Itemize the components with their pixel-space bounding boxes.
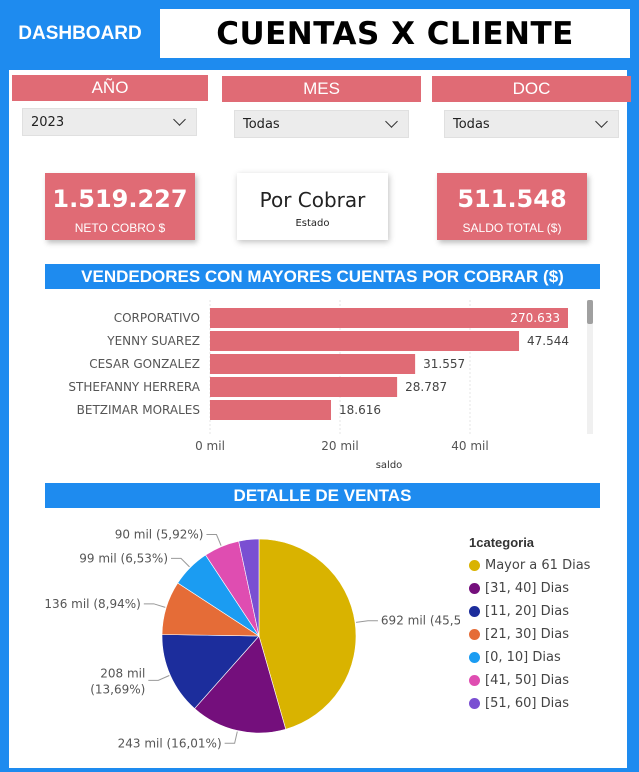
bar-data-label: 31.557 (423, 357, 465, 371)
legend-label: [51, 60] Dias (485, 696, 569, 711)
legend-swatch (469, 675, 480, 686)
kpi-neto-value: 1.519.227 (52, 185, 188, 213)
pie-leader-line (206, 534, 222, 546)
legend-title: 1categoria (469, 535, 535, 550)
bar-data-label: 18.616 (339, 403, 381, 417)
legend-swatch (469, 698, 480, 709)
bar-tick-label: 0 mil (195, 439, 225, 453)
bar-category-label: STHEFANNY HERRERA (68, 380, 200, 394)
page-title: CUENTAS X CLIENTE (160, 9, 630, 58)
legend-item[interactable]: [21, 30] Dias (469, 627, 629, 642)
bar-mark[interactable] (210, 331, 520, 351)
bar-mark[interactable] (210, 400, 332, 420)
pie-leader-line (224, 731, 238, 744)
pie-data-label: 692 mil (45,54%) (381, 614, 460, 628)
slicer-doc-dropdown[interactable]: Todas (444, 110, 619, 138)
legend-swatch (469, 606, 480, 617)
slicer-ano-dropdown[interactable]: 2023 (22, 108, 197, 136)
scrollbar-thumb[interactable] (587, 300, 593, 324)
legend-item[interactable]: Mayor a 61 Dias (469, 558, 629, 573)
pie-data-label: (13,69%) (90, 682, 145, 696)
legend-label: [41, 50] Dias (485, 673, 569, 688)
legend-item[interactable]: [51, 60] Dias (469, 696, 629, 711)
pie-section-title: DETALLE DE VENTAS (45, 483, 600, 508)
slicer-doc-label: DOC (432, 76, 631, 102)
bar-category-label: BETZIMAR MORALES (77, 403, 200, 417)
legend-swatch (469, 652, 480, 663)
slicer-doc: DOC (432, 76, 631, 102)
bar-section-title: VENDEDORES CON MAYORES CUENTAS POR COBRA… (45, 264, 600, 289)
bar-data-label: 47.544 (527, 334, 569, 348)
pie-legend: 1categoria Mayor a 61 Dias [31, 40] Dias [… (469, 535, 629, 711)
pie-leader-line (143, 603, 166, 608)
slicer-ano: AÑO (12, 75, 208, 101)
pie-chart: 692 mil (45,54%) 243 mil (16,01%) 208 mil (… (44, 528, 460, 751)
pie-data-label: 136 mil (8,94%) (44, 597, 140, 611)
legend-item[interactable]: [11, 20] Dias (469, 604, 629, 619)
chevron-down-icon (173, 113, 186, 126)
legend-swatch (469, 583, 480, 594)
pie-data-label: 99 mil (6,53%) (79, 551, 168, 565)
kpi-saldo-label: SALDO TOTAL ($) (462, 221, 562, 235)
legend-label: [21, 30] Dias (485, 627, 569, 642)
bar-category-label: CESAR GONZALEZ (89, 357, 200, 371)
slicer-mes-value: Todas (243, 116, 280, 132)
pie-data-label: 243 mil (16,01%) (118, 736, 222, 750)
legend-item[interactable]: [41, 50] Dias (469, 673, 629, 688)
slicer-mes-dropdown[interactable]: Todas (234, 110, 409, 138)
bar-category-label: CORPORATIVO (114, 311, 200, 325)
kpi-saldo-card: 511.548 SALDO TOTAL ($) (437, 173, 587, 240)
pie-data-label: 208 mil (100, 666, 145, 680)
slicer-ano-value: 2023 (31, 114, 65, 130)
legend-label: [0, 10] Dias (485, 650, 561, 665)
slicer-mes-label: MES (222, 76, 421, 102)
chevron-down-icon (595, 115, 608, 128)
bar-tick-label: 40 mil (451, 439, 488, 453)
kpi-estado-value: Por Cobrar (259, 188, 366, 212)
bar-tick-label: 20 mil (321, 439, 358, 453)
pie-data-label: 90 mil (5,92%) (115, 528, 204, 542)
kpi-neto-label: NETO COBRO $ (74, 221, 166, 235)
kpi-estado-label: Estado (295, 218, 330, 229)
slicer-ano-label: AÑO (12, 75, 208, 101)
bar-mark[interactable] (210, 377, 398, 397)
bar-data-label: 270.633 (510, 311, 560, 325)
legend-swatch (469, 560, 480, 571)
kpi-neto-card: 1.519.227 NETO COBRO $ (45, 173, 195, 240)
chevron-down-icon (385, 115, 398, 128)
legend-label: [11, 20] Dias (485, 604, 569, 619)
dashboard-tab[interactable]: DASHBOARD (0, 0, 160, 68)
legend-label: [31, 40] Dias (485, 581, 569, 596)
pie-leader-line (148, 675, 170, 681)
slicer-mes: MES (222, 76, 421, 102)
slicer-doc-value: Todas (453, 116, 490, 132)
bar-xaxis-label: saldo (376, 460, 403, 471)
pie-leader-line (355, 620, 378, 623)
legend-item[interactable]: [0, 10] Dias (469, 650, 629, 665)
kpi-estado-card: Por Cobrar Estado (237, 173, 388, 240)
bar-chart: CORPORATIVO YENNY SUAREZ CESAR GONZALEZ STH… (68, 300, 593, 471)
legend-label: Mayor a 61 Dias (485, 558, 591, 573)
bar-data-label: 28.787 (405, 380, 447, 394)
kpi-saldo-value: 511.548 (457, 185, 567, 213)
bar-category-label: YENNY SUAREZ (106, 334, 200, 348)
bar-mark[interactable] (210, 354, 416, 374)
legend-item[interactable]: [31, 40] Dias (469, 581, 629, 596)
pie-leader-line (171, 557, 190, 568)
legend-swatch (469, 629, 480, 640)
